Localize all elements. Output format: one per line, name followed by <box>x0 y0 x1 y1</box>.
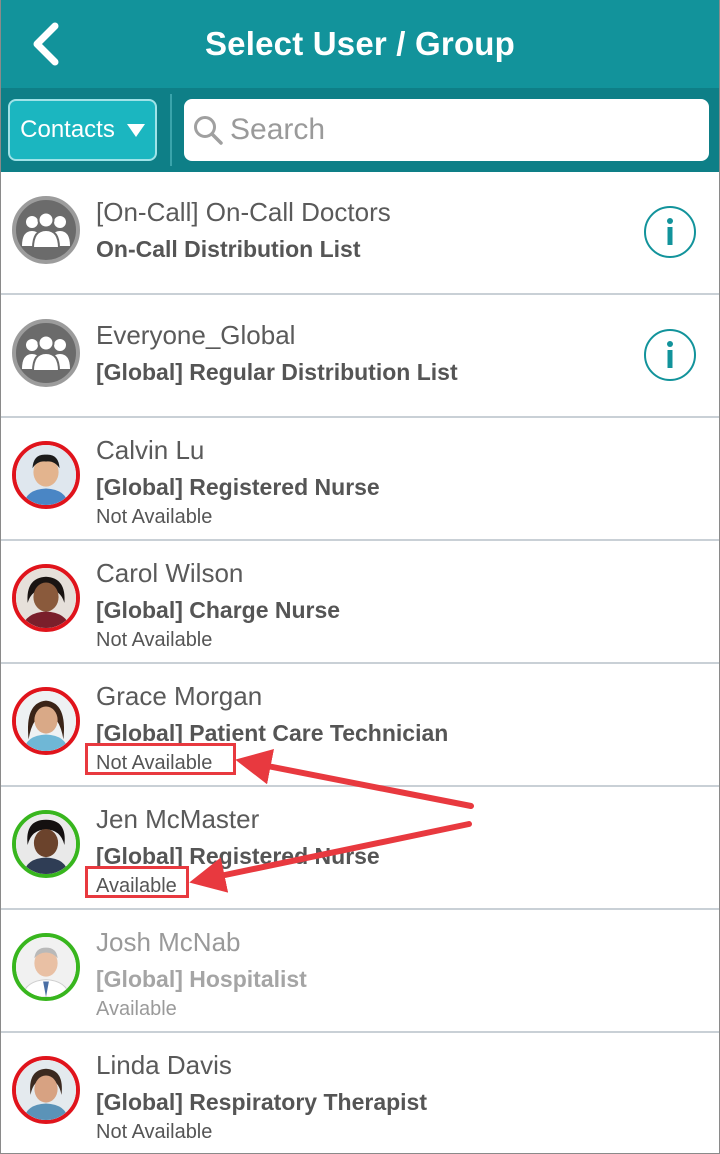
list-item-contact[interactable]: Calvin Lu [Global] Registered Nurse Not … <box>1 418 719 541</box>
chevron-left-icon <box>33 22 59 66</box>
contact-list: [On-Call] On-Call Doctors On-Call Distri… <box>1 172 719 1153</box>
avatar <box>12 933 80 1001</box>
item-name: Grace Morgan <box>96 681 263 711</box>
info-button[interactable] <box>644 206 696 258</box>
status-text: Not Available <box>96 752 213 774</box>
list-item-contact[interactable]: Grace Morgan [Global] Patient Care Techn… <box>1 664 719 787</box>
person-photo-icon <box>16 691 76 751</box>
list-item-contact[interactable]: Linda Davis [Global] Respiratory Therapi… <box>1 1033 719 1153</box>
item-role: On-Call Distribution List <box>96 236 361 262</box>
avatar <box>12 687 80 755</box>
item-role: [Global] Respiratory Therapist <box>96 1089 428 1115</box>
item-role: [Global] Registered Nurse <box>96 474 380 500</box>
list-item-contact[interactable]: Jen McMaster [Global] Registered Nurse A… <box>1 787 719 910</box>
caret-down-icon <box>126 123 145 137</box>
status-text: Available <box>96 998 177 1020</box>
item-name: Carol Wilson <box>96 558 244 588</box>
item-name: Everyone_Global <box>96 320 296 350</box>
search-icon <box>194 116 223 145</box>
item-name: Jen McMaster <box>96 804 260 834</box>
status-text: Available <box>96 875 177 897</box>
list-item-contact[interactable]: Carol Wilson [Global] Charge Nurse Not A… <box>1 541 719 664</box>
person-photo-icon <box>16 1060 76 1120</box>
info-icon <box>667 341 673 368</box>
group-avatar <box>12 196 80 264</box>
contacts-filter-dropdown[interactable]: Contacts <box>8 99 157 161</box>
info-button[interactable] <box>644 329 696 381</box>
avatar <box>12 441 80 509</box>
group-icon <box>22 211 70 249</box>
back-button[interactable] <box>23 16 67 72</box>
filter-toolbar: Contacts <box>1 88 719 172</box>
toolbar-divider <box>170 94 172 166</box>
page-title: Select User / Group <box>204 25 516 62</box>
status-text: Not Available <box>96 1121 213 1143</box>
status-text: Not Available <box>96 629 213 651</box>
item-name: Linda Davis <box>96 1050 232 1080</box>
person-photo-icon <box>16 445 76 505</box>
person-photo-icon <box>16 568 76 628</box>
avatar <box>12 1056 80 1124</box>
search-input[interactable] <box>230 113 690 147</box>
header-bar: Select User / Group <box>1 0 719 88</box>
status-text: Not Available <box>96 506 213 528</box>
list-item-group-everyone[interactable]: Everyone_Global [Global] Regular Distrib… <box>1 295 719 418</box>
item-name: Josh McNab <box>96 927 241 957</box>
app-window: Select User / Group Contacts [On <box>0 0 720 1154</box>
item-role: [Global] Hospitalist <box>96 966 307 992</box>
item-role: [Global] Charge Nurse <box>96 597 341 623</box>
search-box[interactable] <box>184 99 709 161</box>
avatar <box>12 810 80 878</box>
list-item-contact[interactable]: Josh McNab [Global] Hospitalist Availabl… <box>1 910 719 1033</box>
item-role: [Global] Registered Nurse <box>96 843 380 869</box>
info-icon <box>667 218 673 245</box>
group-icon <box>22 334 70 372</box>
item-name: [On-Call] On-Call Doctors <box>96 197 391 227</box>
avatar <box>12 564 80 632</box>
item-role: [Global] Patient Care Technician <box>96 720 449 746</box>
contacts-filter-label: Contacts <box>20 116 115 143</box>
group-avatar <box>12 319 80 387</box>
person-photo-icon <box>16 814 76 874</box>
item-role: [Global] Regular Distribution List <box>96 359 458 385</box>
person-photo-icon <box>16 937 76 997</box>
item-name: Calvin Lu <box>96 435 205 465</box>
list-item-group-oncall[interactable]: [On-Call] On-Call Doctors On-Call Distri… <box>1 172 719 295</box>
